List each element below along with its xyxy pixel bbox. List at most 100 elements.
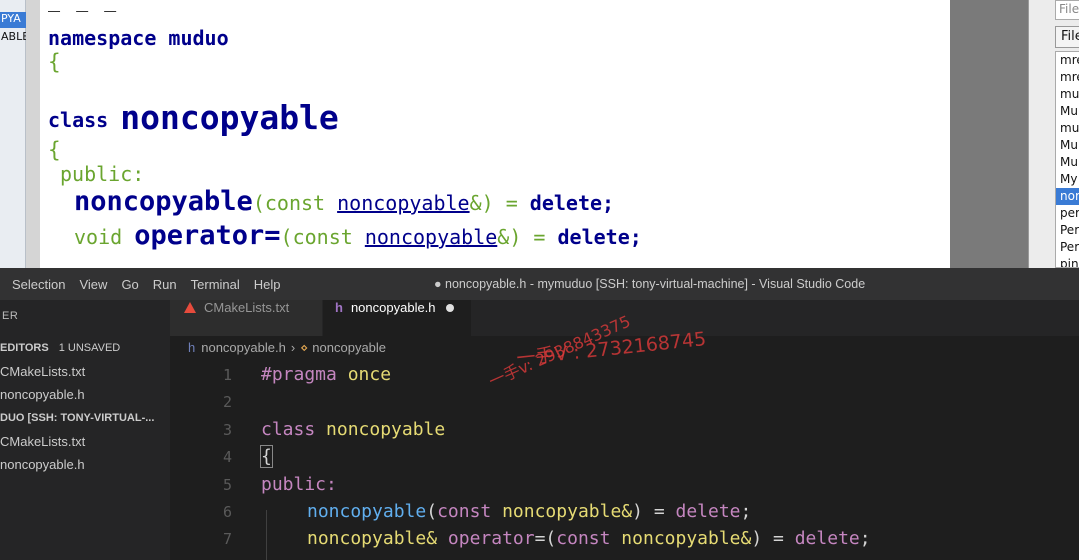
slide-param-type: noncopyable bbox=[337, 191, 470, 215]
code-line-3: class noncopyable bbox=[261, 419, 445, 440]
class-name: noncopyable bbox=[315, 419, 446, 440]
open-editors-label: EDITORS bbox=[0, 342, 49, 354]
file-list-item[interactable]: per bbox=[1056, 205, 1079, 222]
line-number: 6 bbox=[222, 503, 232, 521]
delete-keyword: delete bbox=[794, 528, 860, 549]
editor-tabs: CMakeLists.txt h noncopyable.h bbox=[170, 300, 1079, 336]
slide-semicolon: ; bbox=[629, 225, 642, 249]
indent-guide bbox=[266, 510, 267, 560]
file-list-item[interactable]: mu bbox=[1056, 120, 1079, 137]
slide-copy-constructor-line: noncopyable(const noncopyable&) = delete… bbox=[74, 186, 614, 217]
file-list-item[interactable]: Mu bbox=[1056, 103, 1079, 120]
file-list-item[interactable]: mu bbox=[1056, 86, 1079, 103]
open-editors-header[interactable]: EDITORS 1 UNSAVED bbox=[0, 342, 120, 354]
menu-help[interactable]: Help bbox=[254, 277, 281, 292]
code-line-1: #pragma once bbox=[261, 364, 391, 385]
slide-operator-name: operator= bbox=[134, 220, 281, 251]
file-browser-pane: File File mremremuMumuMuMuMynorperPerPer… bbox=[1028, 0, 1079, 268]
menu-terminal[interactable]: Terminal bbox=[191, 277, 240, 292]
tab-label: noncopyable.h bbox=[350, 300, 436, 315]
line-number: 7 bbox=[222, 530, 232, 548]
slide-ctor-name: noncopyable bbox=[74, 186, 253, 217]
menu-bar: Selection View Go Run Terminal Help bbox=[12, 268, 295, 300]
slide-class-keyword: class bbox=[48, 108, 121, 132]
file-list-item[interactable]: mre bbox=[1056, 52, 1079, 69]
h-file-icon: h bbox=[188, 340, 196, 355]
editor-area: CMakeLists.txt h noncopyable.h h noncopyab… bbox=[170, 300, 1079, 560]
left-outline-item[interactable]: ABLE bbox=[0, 30, 26, 44]
slide-const-keyword: const bbox=[292, 225, 365, 249]
file-button[interactable]: File bbox=[1055, 26, 1079, 48]
file-list[interactable]: mremremuMumuMuMuMynorperPerPerpin bbox=[1055, 51, 1079, 268]
slide-partial-top-line: _ _ _ bbox=[48, 0, 119, 12]
open-editor-item-noncopyable[interactable]: noncopyable.h bbox=[0, 384, 170, 406]
delete-keyword: delete bbox=[675, 501, 741, 522]
public-access-specifier: public: bbox=[261, 474, 337, 495]
slide-class-name: noncopyable bbox=[120, 98, 339, 137]
slide-delete-keyword: delete bbox=[557, 225, 630, 249]
line-number: 1 bbox=[222, 366, 232, 384]
slide-class-open-brace: { bbox=[48, 138, 61, 162]
file-list-item[interactable]: nor bbox=[1056, 188, 1079, 205]
breadcrumb-file[interactable]: noncopyable.h bbox=[201, 340, 286, 355]
const-keyword: const bbox=[437, 501, 492, 522]
file-list-item[interactable]: Per bbox=[1056, 222, 1079, 239]
chevron-right-icon: › bbox=[290, 340, 296, 355]
line-number: 3 bbox=[222, 421, 232, 439]
close-paren: ) = bbox=[751, 528, 795, 549]
pragma-once: once bbox=[336, 364, 392, 385]
tab-noncopyable[interactable]: h noncopyable.h bbox=[323, 300, 471, 336]
file-list-item[interactable]: Mu bbox=[1056, 154, 1079, 171]
code-line-4: { bbox=[260, 445, 273, 468]
workspace-file-cmakelists[interactable]: CMakeLists.txt bbox=[0, 431, 170, 453]
menu-selection[interactable]: Selection bbox=[12, 277, 65, 292]
cmake-icon bbox=[184, 302, 196, 313]
explorer-sidebar: ER EDITORS 1 UNSAVED CMakeLists.txt nonco… bbox=[0, 300, 170, 560]
file-list-item[interactable]: Mu bbox=[1056, 137, 1079, 154]
breadcrumb: h noncopyable.h › ⋄ noncopyable bbox=[188, 340, 386, 362]
slide-void-keyword: void bbox=[74, 225, 135, 249]
menu-run[interactable]: Run bbox=[153, 277, 177, 292]
slide-close-paren: ) = bbox=[509, 225, 558, 249]
slide-const-keyword: const bbox=[264, 191, 338, 215]
slide-open-brace: { bbox=[48, 50, 61, 74]
file-list-item[interactable]: My bbox=[1056, 171, 1079, 188]
file-list-item[interactable]: mre bbox=[1056, 69, 1079, 86]
workspace-file-noncopyable[interactable]: noncopyable.h bbox=[0, 454, 170, 476]
code-line-6: noncopyable(const noncopyable&) = delete… bbox=[307, 501, 751, 522]
semicolon: ; bbox=[859, 528, 871, 549]
operator-keyword: operator bbox=[447, 528, 535, 549]
param-type: noncopyable& bbox=[491, 501, 633, 522]
menu-view[interactable]: View bbox=[79, 277, 107, 292]
slide-canvas: _ _ _ namespace muduo { class noncopyabl… bbox=[40, 0, 950, 268]
h-file-icon: h bbox=[335, 300, 343, 315]
menu-go[interactable]: Go bbox=[121, 277, 138, 292]
class-symbol-icon: ⋄ bbox=[300, 340, 309, 355]
pragma-directive: #pragma bbox=[261, 364, 337, 385]
file-list-item[interactable]: Per bbox=[1056, 239, 1079, 256]
open-editor-item-cmakelists[interactable]: CMakeLists.txt bbox=[0, 361, 170, 383]
breadcrumb-symbol[interactable]: noncopyable bbox=[312, 340, 386, 355]
slide-copy-assignment-line: void operator=(const noncopyable&) = del… bbox=[74, 220, 642, 251]
code-editor[interactable]: 1 2 3 4 5 6 7 #pragma once class noncopy… bbox=[170, 362, 1079, 560]
slide-delete-keyword: delete bbox=[529, 191, 603, 215]
return-type: noncopyable& bbox=[307, 528, 438, 549]
unsaved-count-badge: 1 UNSAVED bbox=[58, 342, 121, 354]
workspace-folder-header[interactable]: DUO [SSH: TONY-VIRTUAL-... bbox=[0, 412, 154, 424]
slide-amp: & bbox=[469, 191, 482, 215]
close-paren: ) = bbox=[632, 501, 676, 522]
slide-param-type: noncopyable bbox=[364, 225, 498, 249]
file-name-input[interactable]: File bbox=[1055, 0, 1079, 20]
class-keyword: class bbox=[261, 419, 316, 440]
tab-cmakelists[interactable]: CMakeLists.txt bbox=[170, 300, 322, 336]
line-number: 5 bbox=[222, 476, 232, 494]
left-outline-selected-item[interactable]: PYA bbox=[0, 12, 26, 28]
slide-close-paren: ) = bbox=[481, 191, 530, 215]
const-keyword: const bbox=[556, 528, 611, 549]
unsaved-dot-icon[interactable] bbox=[445, 304, 454, 312]
tab-label: CMakeLists.txt bbox=[204, 300, 290, 315]
slide-namespace-line: namespace muduo bbox=[48, 26, 229, 50]
file-list-item[interactable]: pin bbox=[1056, 256, 1079, 267]
code-line-5: public: bbox=[261, 474, 337, 495]
